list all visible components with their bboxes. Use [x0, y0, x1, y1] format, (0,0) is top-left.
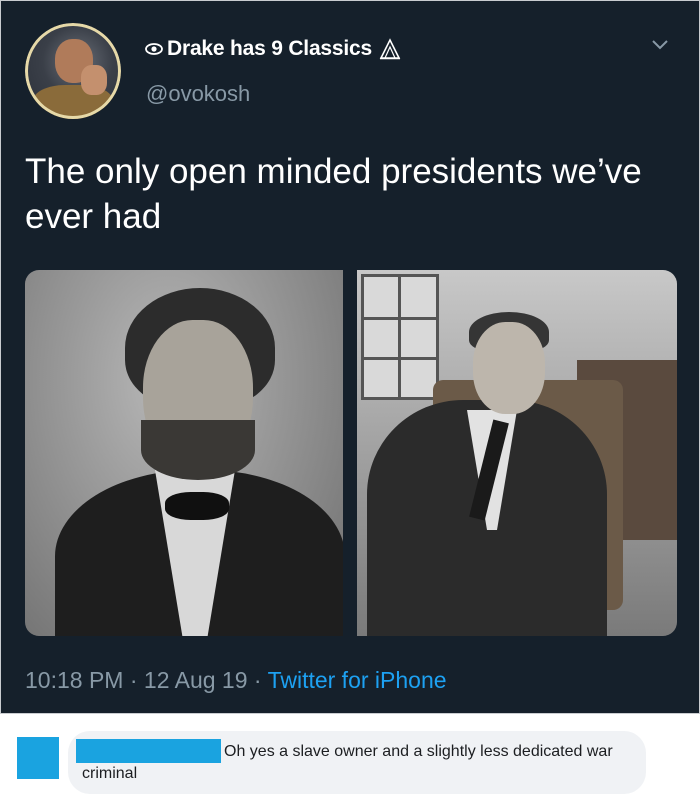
tweet-source-app[interactable]: Twitter for iPhone — [268, 667, 447, 693]
photo-kennedy[interactable] — [357, 270, 677, 636]
user-avatar[interactable] — [25, 23, 121, 119]
reply-avatar-redacted[interactable] — [17, 737, 59, 779]
tweet-time[interactable]: 10:18 PM — [25, 667, 123, 693]
meta-separator: · — [129, 667, 138, 693]
meta-separator: · — [253, 667, 262, 693]
photo-kennedy-window — [361, 274, 439, 400]
tweet-text: The only open minded presidents we’ve ev… — [25, 152, 642, 236]
photo-lincoln-beard — [141, 420, 255, 480]
avatar-ring — [25, 23, 121, 119]
author-name-row[interactable]: Drake has 9 Classics — [145, 37, 402, 61]
reply-author-redacted[interactable] — [76, 739, 221, 763]
tweet-date[interactable]: 12 Aug 19 — [144, 667, 248, 693]
tweet-card: Drake has 9 Classics @ovokosh The only o… — [0, 0, 700, 714]
display-name[interactable]: Drake has 9 Classics — [167, 37, 372, 61]
photo-lincoln[interactable] — [25, 270, 343, 636]
eye-icon — [145, 43, 163, 55]
photo-lincoln-tie — [165, 492, 229, 520]
tweet-media[interactable] — [25, 270, 677, 636]
photo-kennedy-face — [473, 322, 545, 414]
tweet-metadata: 10:18 PM · 12 Aug 19 · Twitter for iPhon… — [25, 667, 447, 694]
user-handle[interactable]: @ovokosh — [146, 81, 250, 107]
owl-icon — [379, 38, 401, 60]
chevron-down-icon[interactable] — [651, 39, 669, 51]
